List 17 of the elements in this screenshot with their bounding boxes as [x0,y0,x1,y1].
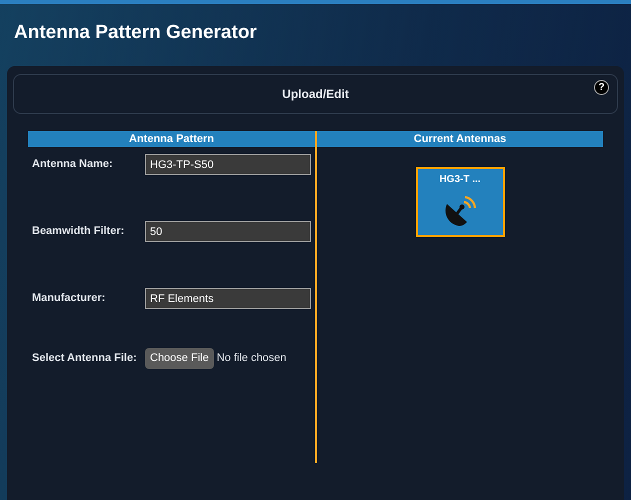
column-header: Current Antennas [317,131,603,147]
field-label: Antenna Name: [32,157,114,172]
field-label: Beamwidth Filter: [32,224,126,240]
antenna-name: HG3-T ... [439,173,481,187]
help-button[interactable]: ? [594,80,609,95]
choose-file-button[interactable]: Choose File [145,348,214,369]
column-header: Antenna Pattern [28,131,315,147]
text-field[interactable]: 50 [145,221,311,242]
antenna-card[interactable]: HG3-T ... [416,167,504,237]
text-field[interactable]: HG3-TP-S50 [145,154,311,175]
file-status: No file chosen [216,351,286,366]
page-title: Antenna Pattern Generator [14,20,257,45]
field-label: Select Antenna File: [32,351,138,366]
text-field[interactable]: RF Elements [145,288,311,309]
field-label: Manufacturer: [32,291,106,306]
satellite-dish-icon [443,196,477,228]
section-title: Upload/Edit [282,86,349,103]
